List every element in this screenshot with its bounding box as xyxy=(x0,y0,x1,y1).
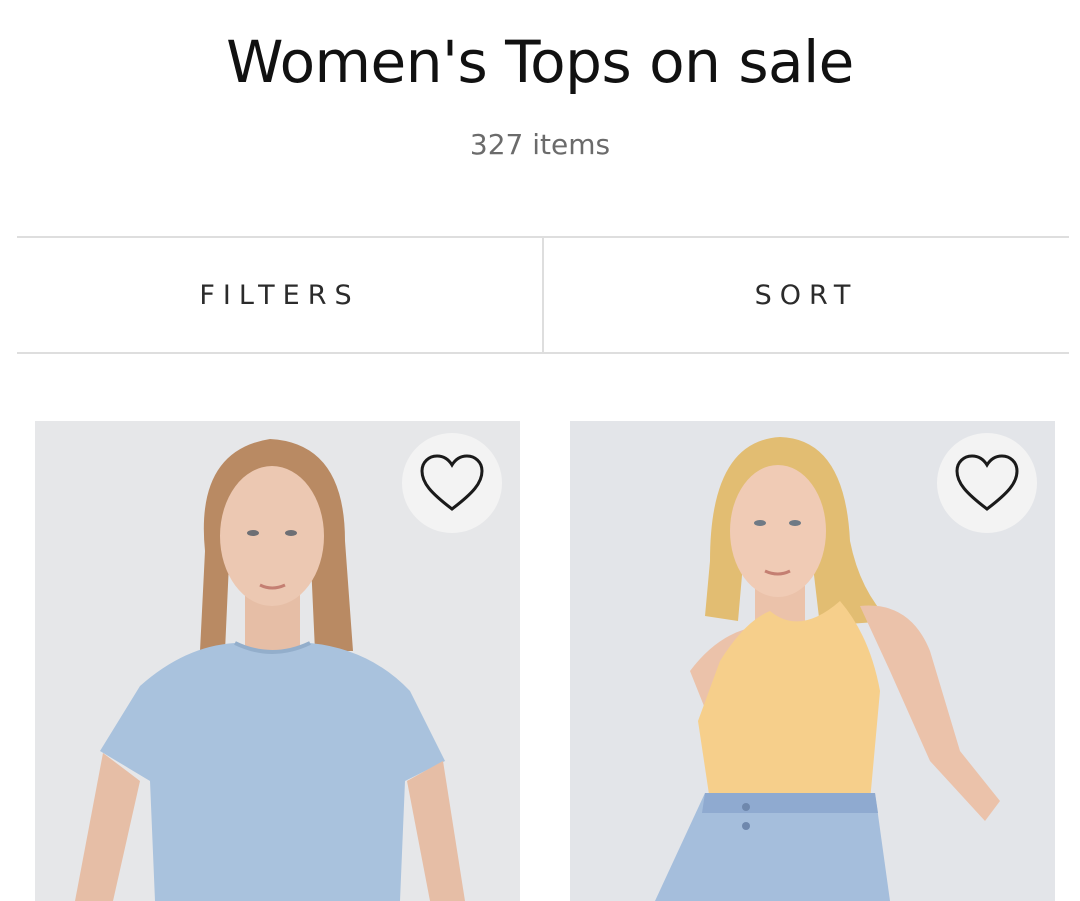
page-title: Women's Tops on sale xyxy=(226,28,854,96)
favorite-button[interactable] xyxy=(937,433,1037,533)
product-card[interactable] xyxy=(35,421,520,901)
product-top xyxy=(100,643,445,901)
favorite-button[interactable] xyxy=(402,433,502,533)
filters-button[interactable]: FILTERS xyxy=(17,238,542,352)
product-top xyxy=(698,601,880,801)
sort-button[interactable]: SORT xyxy=(544,238,1069,352)
model-face xyxy=(220,466,324,606)
product-card[interactable] xyxy=(570,421,1055,901)
heart-outline-icon xyxy=(420,454,484,511)
item-count: 327 items xyxy=(469,128,611,161)
model-face xyxy=(730,465,826,597)
heart-outline-icon xyxy=(955,454,1019,511)
filter-sort-bar: FILTERS SORT xyxy=(17,236,1069,354)
